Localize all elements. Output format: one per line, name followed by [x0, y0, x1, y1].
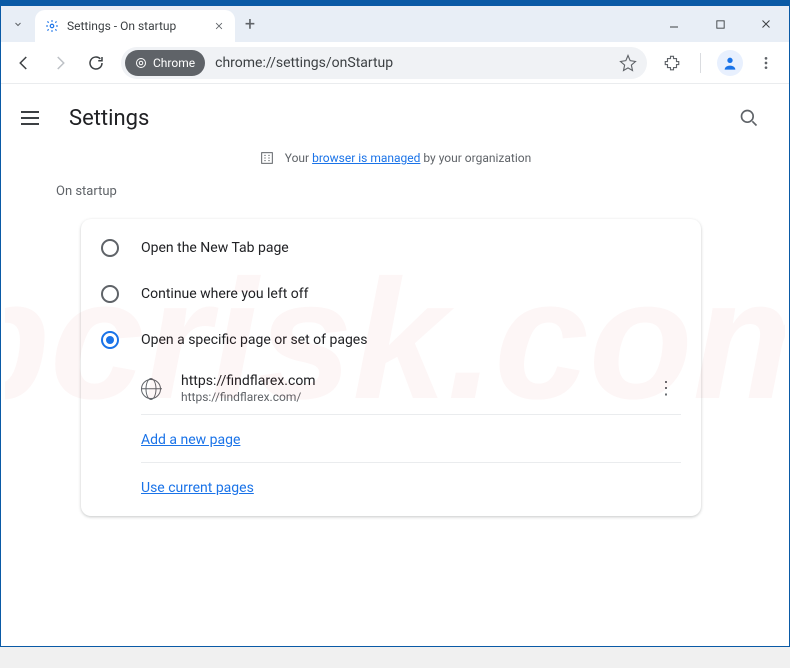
back-button[interactable]	[7, 46, 41, 80]
managed-link[interactable]: browser is managed	[312, 151, 420, 165]
building-icon	[259, 150, 275, 166]
page-title: Settings	[69, 106, 149, 131]
use-current-row: Use current pages	[81, 463, 701, 510]
new-tab-button[interactable]: +	[235, 6, 265, 42]
settings-content: On startup Open the New Tab page Continu…	[1, 184, 681, 516]
option-label: Continue where you left off	[141, 286, 309, 302]
startup-page-info: https://findflarex.com https://findflare…	[181, 373, 651, 404]
option-continue[interactable]: Continue where you left off	[81, 271, 701, 317]
tab-favicon-gear-icon	[45, 19, 59, 33]
address-bar-url: chrome://settings/onStartup	[215, 55, 393, 71]
option-label: Open a specific page or set of pages	[141, 332, 367, 348]
managed-suffix: by your organization	[420, 151, 531, 165]
menu-hamburger-icon[interactable]	[21, 106, 45, 130]
settings-page: Settings Your browser is managed by your…	[1, 90, 789, 646]
settings-search-button[interactable]	[729, 98, 769, 138]
maximize-button[interactable]	[697, 6, 743, 42]
address-bar[interactable]: Chrome chrome://settings/onStartup	[121, 47, 647, 79]
radio-icon	[101, 239, 119, 257]
toolbar-divider	[691, 46, 711, 80]
close-window-button[interactable]	[743, 6, 789, 42]
add-page-row: Add a new page	[81, 415, 701, 462]
startup-page-full-url: https://findflarex.com/	[181, 390, 651, 404]
radio-icon	[101, 331, 119, 349]
tab-title: Settings - On startup	[67, 19, 211, 33]
extensions-button[interactable]	[655, 46, 689, 80]
minimize-button[interactable]	[651, 6, 697, 42]
title-bar: Settings - On startup +	[1, 6, 789, 42]
radio-icon	[101, 285, 119, 303]
globe-icon	[141, 379, 161, 399]
settings-header: Settings	[1, 90, 789, 146]
bookmark-star-icon[interactable]	[619, 54, 637, 72]
tab-close-button[interactable]	[211, 18, 227, 34]
window-controls	[651, 6, 789, 42]
main-menu-button[interactable]	[749, 46, 783, 80]
managed-banner: Your browser is managed by your organiza…	[1, 146, 789, 184]
add-page-link[interactable]: Add a new page	[141, 432, 240, 448]
browser-tab[interactable]: Settings - On startup	[35, 10, 235, 42]
browser-window: Settings - On startup +	[0, 0, 790, 647]
browser-toolbar: Chrome chrome://settings/onStartup	[1, 42, 789, 84]
chrome-chip-label: Chrome	[153, 56, 195, 70]
option-specific-pages[interactable]: Open a specific page or set of pages	[81, 317, 701, 363]
startup-page-display: https://findflarex.com	[181, 373, 651, 389]
chrome-icon	[135, 57, 147, 69]
startup-page-more-button[interactable]: ⋮	[651, 374, 681, 404]
section-title: On startup	[1, 184, 681, 209]
tab-search-chevron[interactable]	[1, 6, 35, 42]
use-current-pages-link[interactable]: Use current pages	[141, 480, 254, 496]
reload-button[interactable]	[79, 46, 113, 80]
forward-button[interactable]	[43, 46, 77, 80]
option-label: Open the New Tab page	[141, 240, 289, 256]
profile-avatar[interactable]	[717, 50, 743, 76]
managed-prefix: Your	[285, 151, 312, 165]
startup-card: Open the New Tab page Continue where you…	[81, 219, 701, 516]
chrome-chip: Chrome	[125, 50, 205, 76]
startup-page-row: https://findflarex.com https://findflare…	[81, 363, 701, 414]
option-new-tab[interactable]: Open the New Tab page	[81, 225, 701, 271]
